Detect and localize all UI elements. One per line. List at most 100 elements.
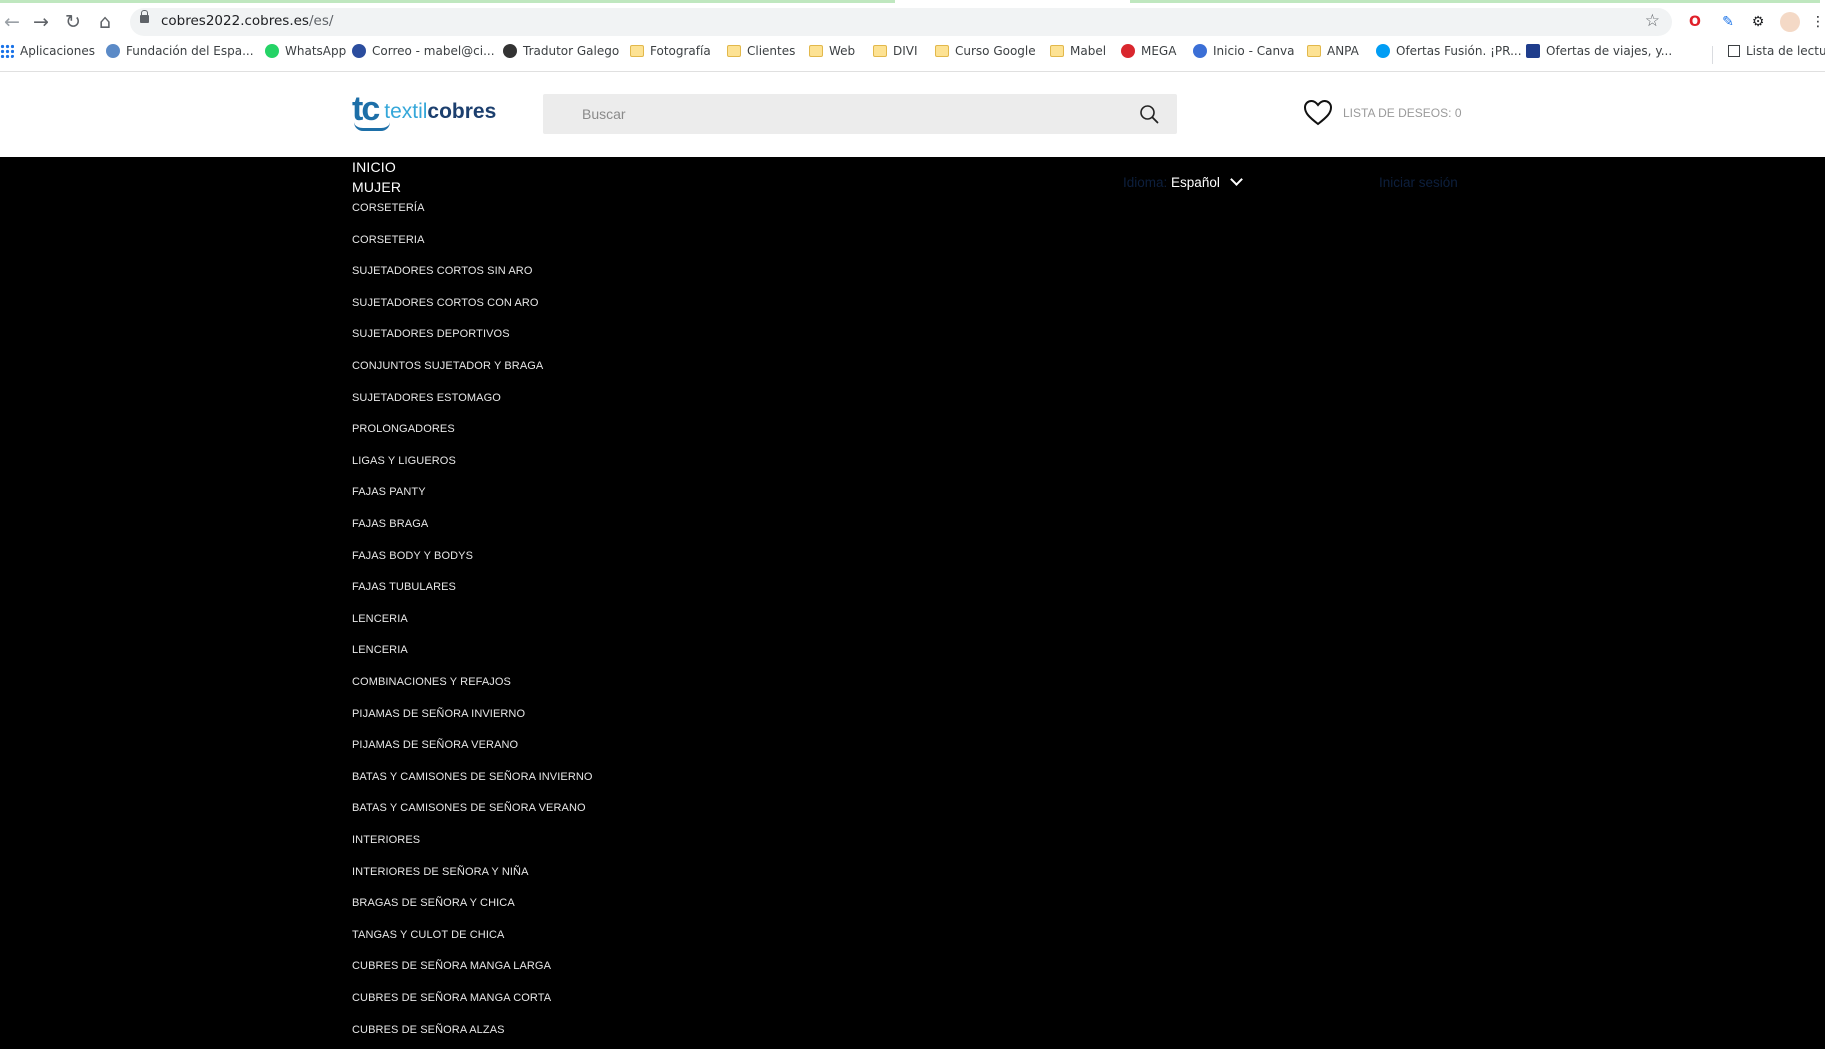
- bookmark-label: WhatsApp: [285, 44, 347, 58]
- reading-list-icon: [1728, 45, 1740, 57]
- menu-item[interactable]: FAJAS BRAGA: [352, 518, 428, 530]
- translator-favicon: [503, 44, 517, 58]
- logo-swoosh: [354, 122, 390, 131]
- folder-icon: [873, 45, 887, 57]
- menu-item[interactable]: PIJAMAS DE SEÑORA INVIERNO: [352, 708, 525, 720]
- back-icon[interactable]: ←: [0, 10, 24, 34]
- address-bar[interactable]: cobres2022.cobres.es/es/ ☆: [130, 8, 1672, 36]
- bookmark-item[interactable]: Fundación del Espa...: [106, 44, 254, 58]
- bookmark-item[interactable]: Inicio - Canva: [1193, 44, 1295, 58]
- bookmark-item[interactable]: Clientes: [727, 44, 795, 58]
- language-label: Idioma:: [1123, 175, 1168, 190]
- folder-icon: [727, 45, 741, 57]
- home-icon[interactable]: ⌂: [93, 10, 117, 34]
- bookmark-item[interactable]: ANPA: [1307, 44, 1359, 58]
- mega-icon: [1121, 44, 1135, 58]
- menu-item[interactable]: FAJAS TUBULARES: [352, 581, 456, 593]
- canva-icon: [1193, 44, 1207, 58]
- menu-item[interactable]: SUJETADORES DEPORTIVOS: [352, 328, 510, 340]
- opera-extension-icon[interactable]: O: [1685, 12, 1705, 32]
- menu-item[interactable]: CUBRES DE SEÑORA ALZAS: [352, 1024, 505, 1036]
- menu-item[interactable]: BATAS Y CAMISONES DE SEÑORA VERANO: [352, 802, 586, 814]
- bookmark-item[interactable]: Correo - mabel@ci...: [352, 44, 495, 58]
- browser-menu-icon[interactable]: ⋮: [1808, 12, 1825, 32]
- login-link[interactable]: Iniciar sesión: [1379, 175, 1458, 190]
- bookmark-label: Web: [829, 44, 856, 58]
- menu-item[interactable]: BATAS Y CAMISONES DE SEÑORA INVIERNO: [352, 771, 593, 783]
- folder-icon: [935, 45, 949, 57]
- chevron-down-icon: [1229, 173, 1243, 186]
- menu-item[interactable]: LENCERIA: [352, 613, 408, 625]
- folder-icon: [1050, 45, 1064, 57]
- bookmark-label: Curso Google: [955, 44, 1036, 58]
- menu-item[interactable]: CUBRES DE SEÑORA MANGA CORTA: [352, 992, 551, 1004]
- profile-avatar-icon[interactable]: [1780, 12, 1800, 32]
- bookmark-label: ANPA: [1327, 44, 1359, 58]
- mail-favicon: [352, 44, 366, 58]
- bookmark-item[interactable]: Curso Google: [935, 44, 1036, 58]
- site-header: tc textilcobres LISTA DE DESEOS: 0: [0, 71, 1825, 158]
- apps-grid-icon: [0, 44, 14, 58]
- menu-item[interactable]: INTERIORES: [352, 834, 420, 846]
- bookmark-item[interactable]: Fotografía: [630, 44, 711, 58]
- wishlist-link[interactable]: LISTA DE DESEOS: 0: [1303, 99, 1462, 127]
- main-navigation: INICIO MUJER CORSETERÍA CORSETERIA SUJETAD…: [0, 157, 1825, 1049]
- lock-icon: [140, 10, 149, 23]
- pen-extension-icon[interactable]: ✎: [1718, 12, 1738, 32]
- extensions-puzzle-icon[interactable]: ⚙: [1748, 12, 1768, 32]
- fundacion-favicon: [106, 44, 120, 58]
- site-logo[interactable]: tc textilcobres: [352, 90, 497, 131]
- wishlist-label: LISTA DE DESEOS: 0: [1343, 106, 1462, 120]
- menu-item[interactable]: CUBRES DE SEÑORA MANGA LARGA: [352, 960, 551, 972]
- logo-tc-mark: tc: [352, 90, 380, 128]
- bookmarks-bar: Aplicaciones Fundación del Espa... WhatsAp…: [0, 40, 1825, 66]
- menu-item[interactable]: COMBINACIONES Y REFAJOS: [352, 676, 511, 688]
- menu-item[interactable]: PROLONGADORES: [352, 423, 455, 435]
- bookmark-item[interactable]: Web: [809, 44, 855, 58]
- bookmark-item[interactable]: Ofertas Fusión. ¡PR...: [1376, 44, 1522, 58]
- heart-icon: [1303, 99, 1333, 126]
- menu-item[interactable]: SUJETADORES ESTOMAGO: [352, 392, 501, 404]
- reading-list-button[interactable]: Lista de lectur: [1728, 44, 1825, 58]
- nav-mujer[interactable]: MUJER: [352, 179, 401, 195]
- language-selector[interactable]: Idioma: Español: [1123, 173, 1243, 190]
- bookmark-item[interactable]: Aplicaciones: [0, 44, 95, 58]
- search-icon[interactable]: [1139, 104, 1159, 124]
- logo-wordmark: textilcobres: [384, 100, 497, 123]
- menu-item[interactable]: SUJETADORES CORTOS CON ARO: [352, 297, 539, 309]
- menu-item[interactable]: PIJAMAS DE SEÑORA VERANO: [352, 739, 518, 751]
- language-value: Español: [1171, 175, 1220, 190]
- menu-item[interactable]: BRAGAS DE SEÑORA Y CHICA: [352, 897, 515, 909]
- menu-item[interactable]: FAJAS PANTY: [352, 486, 426, 498]
- menu-item[interactable]: CORSETERIA: [352, 234, 425, 246]
- menu-item[interactable]: CORSETERÍA: [352, 202, 425, 214]
- folder-icon: [630, 45, 644, 57]
- nav-inicio[interactable]: INICIO: [352, 159, 396, 175]
- bookmark-item[interactable]: MEGA: [1121, 44, 1176, 58]
- url-text: cobres2022.cobres.es/es/: [161, 13, 334, 29]
- whatsapp-icon: [265, 44, 279, 58]
- search-input[interactable]: [543, 94, 1142, 134]
- menu-item[interactable]: LIGAS Y LIGUEROS: [352, 455, 456, 467]
- bookmark-item[interactable]: Mabel: [1050, 44, 1106, 58]
- search-bar: [543, 94, 1177, 134]
- forward-icon[interactable]: →: [29, 10, 53, 34]
- bookmark-item[interactable]: DIVI: [873, 44, 918, 58]
- bookmark-label: MEGA: [1141, 44, 1177, 58]
- bookmark-item[interactable]: Tradutor Galego: [503, 44, 619, 58]
- menu-item[interactable]: TANGAS Y CULOT DE CHICA: [352, 929, 504, 941]
- bookmark-label: Fundación del Espa...: [126, 44, 254, 58]
- travel-favicon: [1526, 44, 1540, 58]
- bookmark-label: Aplicaciones: [20, 44, 95, 58]
- bookmark-item[interactable]: WhatsApp: [265, 44, 346, 58]
- menu-item[interactable]: FAJAS BODY Y BODYS: [352, 550, 473, 562]
- menu-item[interactable]: CONJUNTOS SUJETADOR Y BRAGA: [352, 360, 543, 372]
- bookmarks-separator: [1712, 46, 1713, 64]
- menu-item[interactable]: LENCERIA: [352, 644, 408, 656]
- bookmark-star-icon[interactable]: ☆: [1645, 11, 1660, 31]
- bookmark-item[interactable]: Ofertas de viajes, y...: [1526, 44, 1672, 58]
- reload-icon[interactable]: ↻: [61, 10, 85, 34]
- menu-item[interactable]: SUJETADORES CORTOS SIN ARO: [352, 265, 532, 277]
- bookmark-label: Ofertas Fusión. ¡PR...: [1396, 44, 1522, 58]
- menu-item[interactable]: INTERIORES DE SEÑORA Y NIÑA: [352, 866, 529, 878]
